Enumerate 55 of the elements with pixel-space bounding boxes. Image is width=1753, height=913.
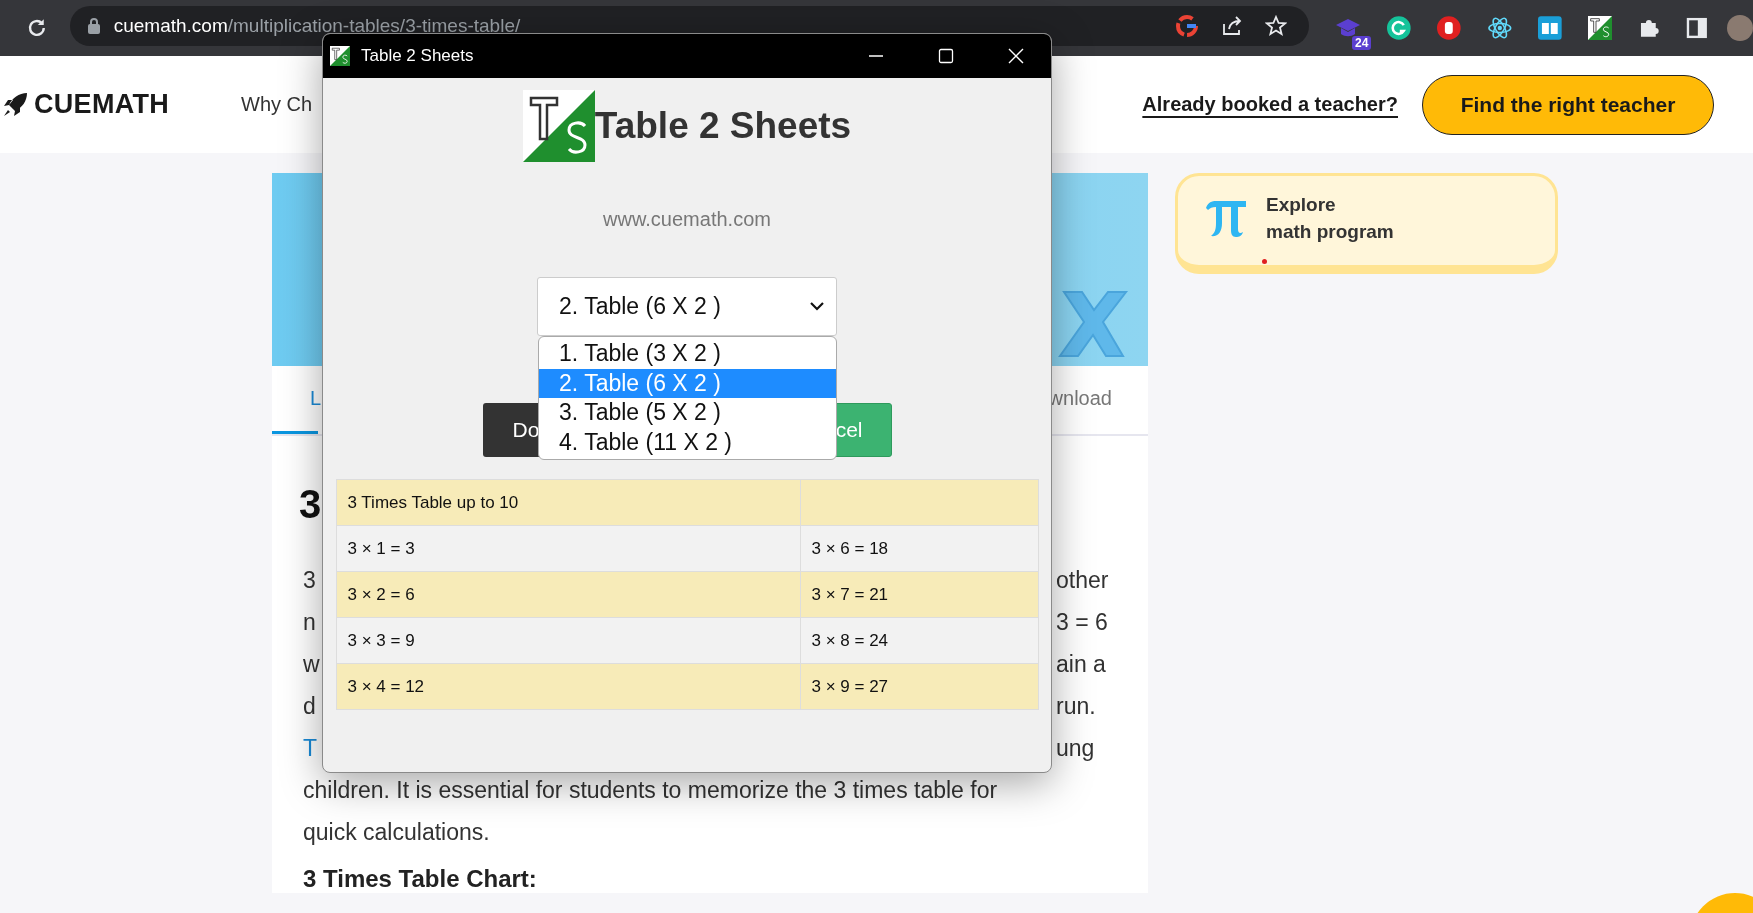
atom-icon[interactable] <box>1486 15 1513 41</box>
table-cell: 3 × 4 = 12 <box>336 663 800 710</box>
sidebar-icon[interactable] <box>1685 17 1708 39</box>
find-teacher-button[interactable]: Find the right teacher <box>1422 74 1714 135</box>
share-icon[interactable] <box>1221 15 1244 37</box>
app-logo-icon <box>522 90 595 162</box>
table-cell: 3 × 7 = 21 <box>800 571 1038 618</box>
paragraph-text: d <box>303 692 317 720</box>
rocket-icon <box>2 91 28 118</box>
app-heading: Table 2 Sheets <box>594 105 852 147</box>
close-icon[interactable] <box>1008 48 1024 64</box>
section-heading: 3 Times Table Chart: <box>303 865 538 893</box>
nav-link[interactable]: Why Ch <box>241 93 313 116</box>
chevron-down-icon <box>810 302 824 311</box>
reload-icon[interactable] <box>26 17 48 39</box>
app-logo-icon <box>330 46 350 66</box>
star-icon[interactable] <box>1265 15 1288 37</box>
paragraph-text: 3 <box>303 566 317 594</box>
paragraph-text: ain a <box>1056 650 1107 678</box>
window-title: Table 2 Sheets <box>361 46 474 66</box>
puzzle-icon[interactable] <box>1638 17 1660 39</box>
url-text: cuemath.com/multiplication-tables/3-times-table/ <box>113 16 521 36</box>
dropdown-option[interactable]: 1. Table (3 X 2 ) <box>539 339 836 369</box>
table-cell: 3 × 8 = 24 <box>800 617 1038 664</box>
notification-dot <box>1262 259 1267 264</box>
table-cell: 3 × 1 = 3 <box>336 525 800 572</box>
google-icon[interactable] <box>1175 14 1200 38</box>
site-logo[interactable]: CUEMATH <box>34 89 170 120</box>
table-cell: 3 × 9 = 27 <box>800 663 1038 710</box>
app-logo-icon <box>1588 16 1613 40</box>
paragraph-text: 3 = 6 <box>1056 608 1109 636</box>
table-dropdown[interactable]: 2. Table (6 X 2 ) <box>537 277 837 336</box>
paragraph-text: w <box>303 650 318 678</box>
table-header-cell: 3 Times Table up to 10 <box>336 479 800 526</box>
table-cell: 3 × 2 = 6 <box>336 571 800 618</box>
website-text: www.cuemath.com <box>603 208 771 231</box>
avatar-icon[interactable] <box>1727 15 1753 41</box>
article-heading: 3 <box>299 481 322 528</box>
article-link[interactable]: T <box>303 734 318 762</box>
extension-badge: 24 <box>1352 36 1372 50</box>
paragraph-text: other <box>1056 566 1110 594</box>
dropdown-option[interactable]: 4. Table (11 X 2 ) <box>539 427 836 457</box>
paragraph-text: run. <box>1056 692 1097 720</box>
paragraph-text: children. It is essential for students to memorize the 3 times table for quick calculations. <box>303 776 999 847</box>
table-cell: 3 × 3 = 9 <box>336 617 800 664</box>
paragraph-text: n <box>303 608 317 636</box>
maximize-icon[interactable] <box>938 48 954 64</box>
table-cell: 3 × 6 = 18 <box>800 525 1038 572</box>
book-icon[interactable] <box>1538 16 1563 40</box>
paragraph-text: ung <box>1056 734 1096 762</box>
grammar-icon[interactable] <box>1387 16 1412 40</box>
explore-program-link[interactable]: Explore math program <box>1266 190 1394 245</box>
booked-teacher-link[interactable]: Already booked a teacher? <box>1142 93 1398 116</box>
lock-icon <box>87 18 100 34</box>
dropdown-option[interactable]: 3. Table (5 X 2 ) <box>539 398 836 428</box>
